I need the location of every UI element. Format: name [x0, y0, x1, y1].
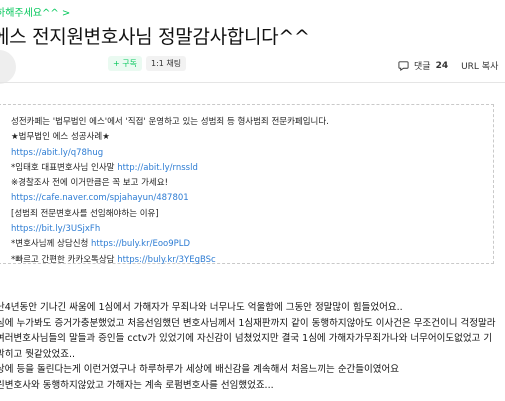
comment-label[interactable]: 댓글	[414, 59, 431, 72]
comment-icon[interactable]	[398, 60, 409, 71]
quote-line: *임태호 대표변호사님 인사말 http://abit.ly/rnssld	[11, 162, 198, 173]
body-line: 심에 누가봐도 증거가충분했었고 처음선임했던 변호사님께서 1심재판까지 같이…	[0, 317, 496, 329]
subscribe-button[interactable]: + 구독	[108, 56, 142, 71]
quote-line: [성범죄 전문변호사를 선임해야하는 이유]	[11, 208, 159, 219]
quote-box: 성전카페는 '법무법인 에스'에서 '직접' 운영하고 있는 성범죄 등 형사범…	[0, 104, 494, 265]
quote-line: *변호사님께 상담신청 https://buly.kr/Eoo9PLD	[11, 239, 191, 250]
breadcrumb[interactable]: 하해주세요^^ >	[0, 4, 70, 19]
quote-line: 성전카페는 '법무법인 에스'에서 '직접' 운영하고 있는 성범죄 등 형사범…	[11, 117, 329, 127]
quote-line: ★법무법인 에스 성공사례★	[11, 132, 110, 143]
body-line: 막히고 뭣같았었죠..	[0, 348, 75, 360]
quote-link[interactable]: https://cafe.naver.com/spjahayun/487801	[11, 191, 493, 206]
quote-link[interactable]: https://abit.ly/q78hug	[11, 146, 493, 161]
body-line: 여러변호사님들의 말들과 증인들 cctv가 있었기에 자신감이 넘쳤었지만 결…	[0, 333, 493, 345]
post-body: 난4년동안 기나긴 싸움에 1심에서 가해자가 무죄나와 너무나도 억울함에 그…	[0, 300, 505, 394]
quote-line: ※경찰조사 전에 이거만큼은 꼭 보고 가세요!	[11, 178, 168, 189]
quote-link[interactable]: https://buly.kr/3YEgBSc	[117, 255, 216, 265]
body-line: 린변호사와 동행하지않았고 가해자는 계속 로펌변호사를 선임했었죠...	[0, 379, 274, 391]
divider	[0, 82, 505, 83]
comment-count: 24	[435, 60, 449, 71]
post-actions: 댓글 24 URL 복사	[398, 59, 498, 72]
avatar[interactable]	[0, 50, 16, 84]
url-copy-button[interactable]: URL 복사	[461, 59, 498, 72]
quote-link[interactable]: https://buly.kr/Eoo9PLD	[91, 239, 190, 249]
quote-link[interactable]: http://abit.ly/rnssld	[117, 163, 198, 173]
chat-button[interactable]: 1:1 채팅	[146, 56, 187, 71]
post-title: 에스 전지원변호사님 정말감사합니다^^	[0, 26, 310, 48]
body-line: 난4년동안 기나긴 싸움에 1심에서 가해자가 무죄나와 너무나도 억울함에 그…	[0, 302, 403, 313]
quote-link[interactable]: https://bit.ly/3USjxFh	[11, 222, 493, 237]
body-line: 상에 등을 돌린다는게 이런거였구나 하루하루가 세상에 배신감을 계속해서 처…	[0, 364, 399, 376]
quote-line: *빠르고 간편한 카카오톡상담 https://buly.kr/3YEgBSc	[11, 254, 216, 265]
